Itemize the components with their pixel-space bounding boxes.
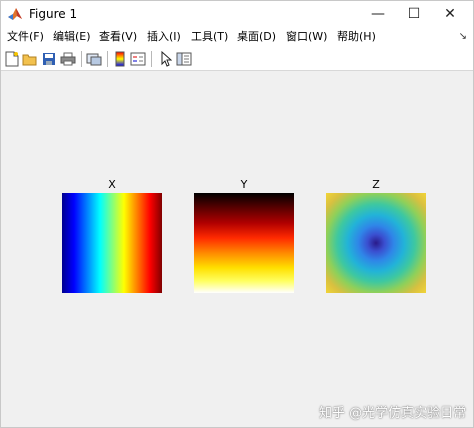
open-file-icon[interactable] <box>21 50 39 68</box>
menu-window[interactable]: 窗口(W) <box>286 30 327 44</box>
toolbar-separator <box>81 51 82 67</box>
menu-insert[interactable]: 插入(I) <box>147 30 181 44</box>
print-icon[interactable] <box>59 50 77 68</box>
pointer-icon[interactable] <box>157 50 175 68</box>
new-figure-icon[interactable] <box>3 50 21 68</box>
toolbar-separator <box>151 51 152 67</box>
menu-view[interactable]: 查看(V) <box>99 30 137 44</box>
image-plot-z[interactable] <box>326 193 426 293</box>
close-icon: ✕ <box>444 6 456 22</box>
menu-file[interactable]: 文件(F) <box>7 30 44 44</box>
image-plot-x[interactable] <box>62 193 162 293</box>
maximize-icon: ☐ <box>407 6 421 22</box>
matlab-icon <box>7 6 23 22</box>
save-icon[interactable] <box>40 50 58 68</box>
figure-canvas: X Y Z 知乎 @光学仿真实验日常 <box>1 72 473 427</box>
dock-arrow-icon[interactable]: ↘ <box>459 31 467 42</box>
close-button[interactable]: ✕ <box>433 1 467 27</box>
menu-bar: 文件(F) 编辑(E) 查看(V) 插入(I) 工具(T) 桌面(D) 窗口(W… <box>1 27 473 47</box>
title-bar[interactable]: Figure 1 — ☐ ✕ <box>1 1 473 27</box>
link-plot-icon[interactable] <box>85 50 103 68</box>
axes-title-x: X <box>108 178 116 191</box>
toolbar <box>1 47 473 71</box>
toolbar-separator <box>107 51 108 67</box>
minimize-button[interactable]: — <box>361 1 395 27</box>
figure-window: Figure 1 — ☐ ✕ 文件(F) 编辑(E) 查看(V) 插入(I) 工… <box>0 0 474 428</box>
maximize-button[interactable]: ☐ <box>397 1 431 27</box>
minimize-icon: — <box>371 6 385 22</box>
property-inspector-icon[interactable] <box>175 50 193 68</box>
image-plot-y[interactable] <box>194 193 294 293</box>
menu-edit[interactable]: 编辑(E) <box>53 30 91 44</box>
menu-tools[interactable]: 工具(T) <box>191 30 228 44</box>
menu-help[interactable]: 帮助(H) <box>337 30 376 44</box>
window-title: Figure 1 <box>29 7 78 21</box>
legend-icon[interactable] <box>129 50 147 68</box>
menu-desktop[interactable]: 桌面(D) <box>237 30 276 44</box>
colorbar-icon[interactable] <box>111 50 129 68</box>
watermark-text: 知乎 @光学仿真实验日常 <box>319 406 467 421</box>
axes-title-z: Z <box>372 178 380 191</box>
axes-title-y: Y <box>240 178 248 191</box>
